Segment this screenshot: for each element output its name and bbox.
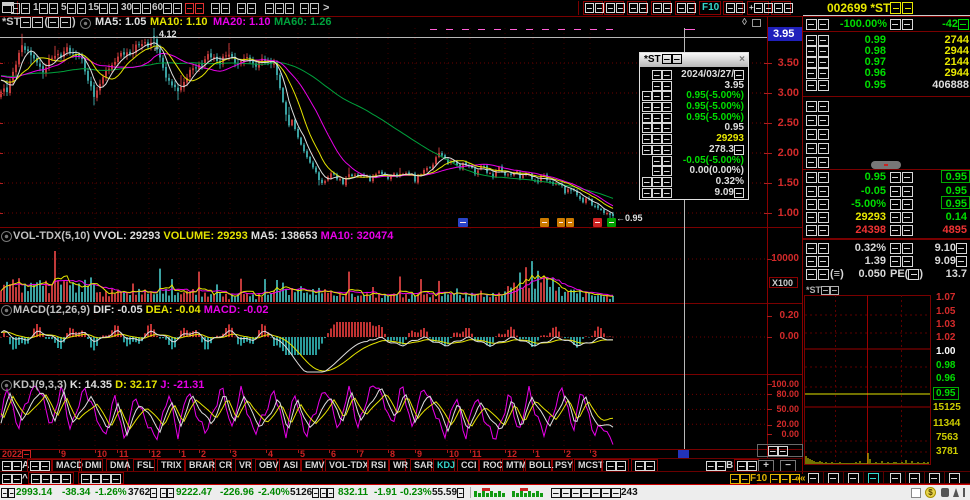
- svg-text:←0.95: ←0.95: [616, 213, 643, 223]
